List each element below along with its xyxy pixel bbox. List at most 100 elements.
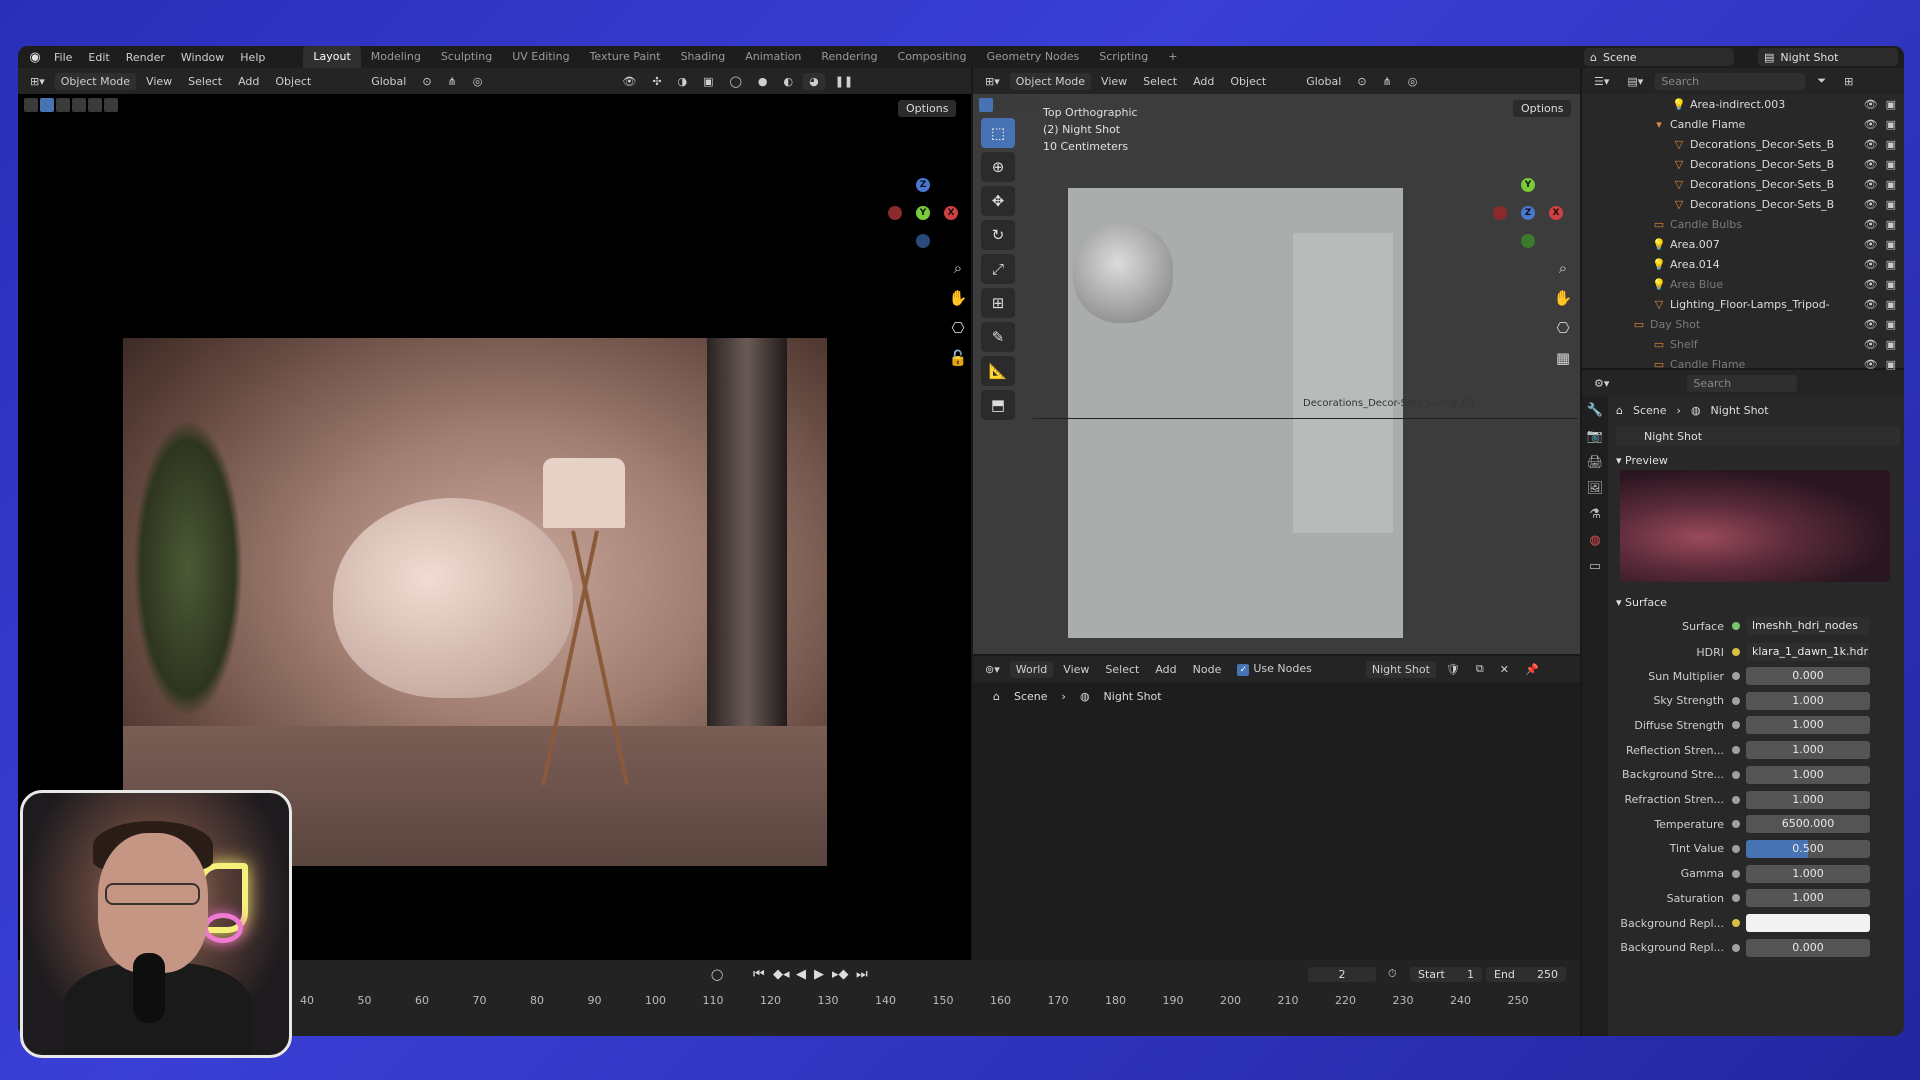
visibility-eye-icon[interactable]: 👁 [1864, 198, 1878, 211]
tab-texture-paint[interactable]: Texture Paint [580, 46, 671, 68]
zoom-icon[interactable]: ⌕ [948, 258, 968, 278]
gizmo-toggle-icon[interactable]: ✣ [646, 73, 667, 90]
render-toggle-icon[interactable]: ▣ [1886, 258, 1896, 271]
overlay-icon[interactable]: ◑ [672, 73, 694, 90]
outliner-row[interactable]: ▭ Shelf 👁 ▣ [1582, 334, 1904, 354]
gizmo-neg-y-axis[interactable] [1521, 234, 1535, 248]
socket-icon[interactable] [1732, 721, 1740, 730]
camera-view-icon[interactable]: ⎔ [948, 318, 968, 338]
socket-icon[interactable] [1732, 770, 1740, 779]
add-cube-tool-icon[interactable]: ⬒ [981, 390, 1015, 420]
tab-sculpting[interactable]: Sculpting [431, 46, 502, 68]
tab-scripting[interactable]: Scripting [1089, 46, 1158, 68]
render-toggle-icon[interactable]: ▣ [1886, 118, 1896, 131]
pan-hand-icon[interactable]: ✋ [948, 288, 968, 308]
select-invert-icon[interactable] [88, 98, 102, 112]
material-shading-icon[interactable]: ◐ [777, 73, 799, 90]
socket-icon[interactable] [1732, 820, 1740, 829]
duplicate-icon[interactable]: ⧉ [1470, 660, 1490, 678]
socket-icon[interactable] [1732, 672, 1740, 680]
outliner-row[interactable]: 💡 Area Blue 👁 ▣ [1582, 274, 1904, 294]
outliner-row[interactable]: ▽ Decorations_Decor-Sets_B 👁 ▣ [1582, 154, 1904, 174]
world-node-editor[interactable]: ⊚▾ World View Select Add Node ✓ Use Nodes… [973, 656, 1580, 960]
select-new-icon[interactable] [979, 98, 993, 112]
breadcrumb-world[interactable]: Night Shot [1104, 690, 1162, 703]
world-input-value[interactable]: 1.000 [1746, 889, 1870, 908]
visibility-eye-icon[interactable]: 👁 [1864, 238, 1878, 251]
render-toggle-icon[interactable]: ▣ [1886, 278, 1896, 291]
socket-icon[interactable] [1732, 919, 1740, 927]
add-menu[interactable]: Add [1187, 73, 1220, 90]
close-icon[interactable]: ✕ [1494, 661, 1515, 678]
gizmo-x-axis[interactable]: X [944, 206, 958, 220]
world-input-value[interactable]: 1.000 [1746, 691, 1870, 710]
select-menu[interactable]: Select [182, 73, 228, 90]
outliner-row[interactable]: ▽ Decorations_Decor-Sets_B 👁 ▣ [1582, 174, 1904, 194]
outliner-row[interactable]: ▽ Decorations_Decor-Sets_B 👁 ▣ [1582, 134, 1904, 154]
add-menu[interactable]: Add [1149, 661, 1182, 678]
editor-type-icon[interactable]: ⊞▾ [979, 73, 1006, 90]
move-tool-icon[interactable]: ✥ [981, 186, 1015, 216]
transform-tool-icon[interactable]: ⊞ [981, 288, 1015, 318]
socket-icon[interactable] [1732, 894, 1740, 903]
render-toggle-icon[interactable]: ▣ [1886, 98, 1896, 111]
next-keyframe-icon[interactable]: ▸◆ [832, 967, 849, 982]
shader-type-selector[interactable]: World [1009, 660, 1054, 678]
render-toggle-icon[interactable]: ▣ [1886, 338, 1896, 351]
menu-window[interactable]: Window [173, 51, 232, 64]
menu-help[interactable]: Help [232, 51, 273, 64]
mode-selector[interactable]: Object Mode [54, 72, 137, 90]
outliner-row[interactable]: ▭ Candle Bulbs 👁 ▣ [1582, 214, 1904, 234]
transform-orientation[interactable]: Global [365, 73, 412, 90]
play-reverse-icon[interactable]: ◀ [796, 967, 806, 982]
render-toggle-icon[interactable]: ▣ [1886, 218, 1896, 231]
end-frame-field[interactable]: End 250 [1486, 966, 1566, 982]
visibility-eye-icon[interactable]: 👁 [1864, 278, 1878, 291]
render-toggle-icon[interactable]: ▣ [1886, 358, 1896, 371]
outliner-row[interactable]: ▽ Decorations_Decor-Sets_B 👁 ▣ [1582, 194, 1904, 214]
tab-uv-editing[interactable]: UV Editing [502, 46, 579, 68]
render-toggle-icon[interactable]: ▣ [1886, 238, 1896, 251]
gizmo-y-axis[interactable]: Y [916, 206, 930, 220]
start-frame-field[interactable]: Start 1 [1410, 966, 1482, 982]
zoom-icon[interactable]: ⌕ [1553, 258, 1573, 278]
select-invert-icon[interactable] [1027, 98, 1041, 112]
visibility-eye-icon[interactable]: 👁 [1864, 218, 1878, 231]
tab-shading[interactable]: Shading [671, 46, 736, 68]
gizmo-z-axis[interactable]: Z [1521, 206, 1535, 220]
visibility-eye-icon[interactable]: 👁 [1864, 178, 1878, 191]
tab-layout[interactable]: Layout [303, 46, 361, 68]
socket-icon[interactable] [1732, 696, 1740, 705]
gizmo-neg-z-axis[interactable] [916, 234, 930, 248]
tab-rendering[interactable]: Rendering [811, 46, 887, 68]
socket-icon[interactable] [1732, 844, 1740, 853]
visibility-eye-icon[interactable]: 👁 [1864, 298, 1878, 311]
object-menu[interactable]: Object [269, 73, 317, 90]
annotate-tool-icon[interactable]: ✎ [981, 322, 1015, 352]
gizmo-neg-x-axis[interactable] [888, 206, 902, 220]
outliner-row[interactable]: ▾ Candle Flame 👁 ▣ [1582, 114, 1904, 134]
render-toggle-icon[interactable]: ▣ [1886, 298, 1896, 311]
world-datablock-selector[interactable]: Night Shot [1616, 426, 1900, 446]
render-toggle-icon[interactable]: ▣ [1886, 138, 1896, 151]
new-collection-icon[interactable]: ⊞ [1838, 73, 1859, 90]
object-menu[interactable]: Object [1224, 73, 1272, 90]
world-input-value[interactable]: 0.500 [1746, 839, 1870, 858]
options-button[interactable]: Options [1513, 100, 1572, 117]
visibility-icon[interactable]: 👁 [616, 73, 642, 90]
pin-icon[interactable]: 📌 [1519, 661, 1545, 678]
outliner[interactable]: ☰▾ ▤▾ Search ⏷ ⊞ 💡 Area-indirect.003 👁 ▣ ▾ Ca… [1582, 68, 1904, 371]
world-input-value[interactable]: 1.000 [1746, 716, 1870, 735]
display-mode-icon[interactable]: ▤▾ [1621, 73, 1649, 90]
visibility-eye-icon[interactable]: 👁 [1864, 118, 1878, 131]
menu-render[interactable]: Render [118, 51, 173, 64]
outliner-row[interactable]: 💡 Area.014 👁 ▣ [1582, 254, 1904, 274]
jump-end-icon[interactable]: ⏭ [856, 967, 868, 982]
camera-view-icon[interactable]: ⎔ [1553, 318, 1573, 338]
view-menu[interactable]: View [1057, 661, 1095, 678]
pivot-icon[interactable]: ⊙ [1351, 73, 1372, 90]
select-intersect-icon[interactable] [104, 98, 118, 112]
filter-icon[interactable]: ⏷ [1811, 72, 1832, 90]
measure-tool-icon[interactable]: 📐 [981, 356, 1015, 386]
play-icon[interactable]: ▶ [814, 967, 824, 982]
